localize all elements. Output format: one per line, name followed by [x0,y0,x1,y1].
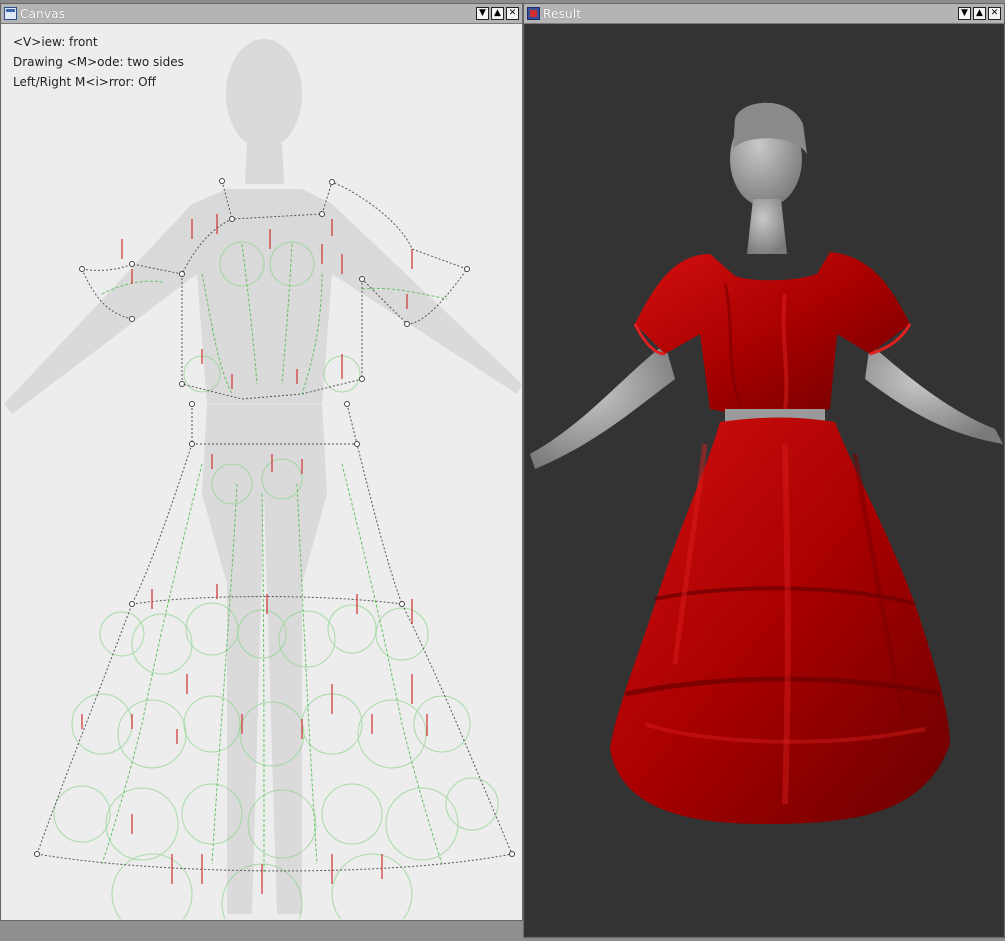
skirt-garment [610,417,950,824]
drawing-mode-status: Drawing <M>ode: two sides [13,55,184,69]
result-render[interactable] [525,24,1003,936]
close-button[interactable]: ✕ [988,7,1001,20]
sketch-canvas[interactable]: <V>iew: front Drawing <M>ode: two sides … [2,24,521,919]
result-titlebar[interactable]: Result ▼ ▲ ✕ [524,4,1004,24]
canvas-window-title: Canvas [20,6,66,21]
view-status: <V>iew: front [13,35,98,49]
mirror-status: Left/Right M<i>rror: Off [13,75,156,89]
result-window-title: Result [543,6,582,21]
minimize-button[interactable]: ▼ [476,7,489,20]
maximize-button[interactable]: ▲ [491,7,504,20]
canvas-titlebar[interactable]: Canvas ▼ ▲ ✕ [1,4,522,24]
result-window: Result ▼ ▲ ✕ [523,3,1005,938]
minimize-button[interactable]: ▼ [958,7,971,20]
sketch-drawing[interactable] [2,24,521,919]
canvas-window: Canvas ▼ ▲ ✕ <V>iew: front Drawing <M>od… [0,3,523,921]
canvas-status-overlay: <V>iew: front Drawing <M>ode: two sides … [13,32,184,92]
window-app-icon[interactable] [4,7,17,20]
close-button[interactable]: ✕ [506,7,519,20]
blouse-garment [633,252,912,417]
maximize-button[interactable]: ▲ [973,7,986,20]
window-app-icon[interactable] [527,7,540,20]
canvas-bottom-strip [0,921,523,941]
result-3d-viewport[interactable] [525,24,1003,936]
